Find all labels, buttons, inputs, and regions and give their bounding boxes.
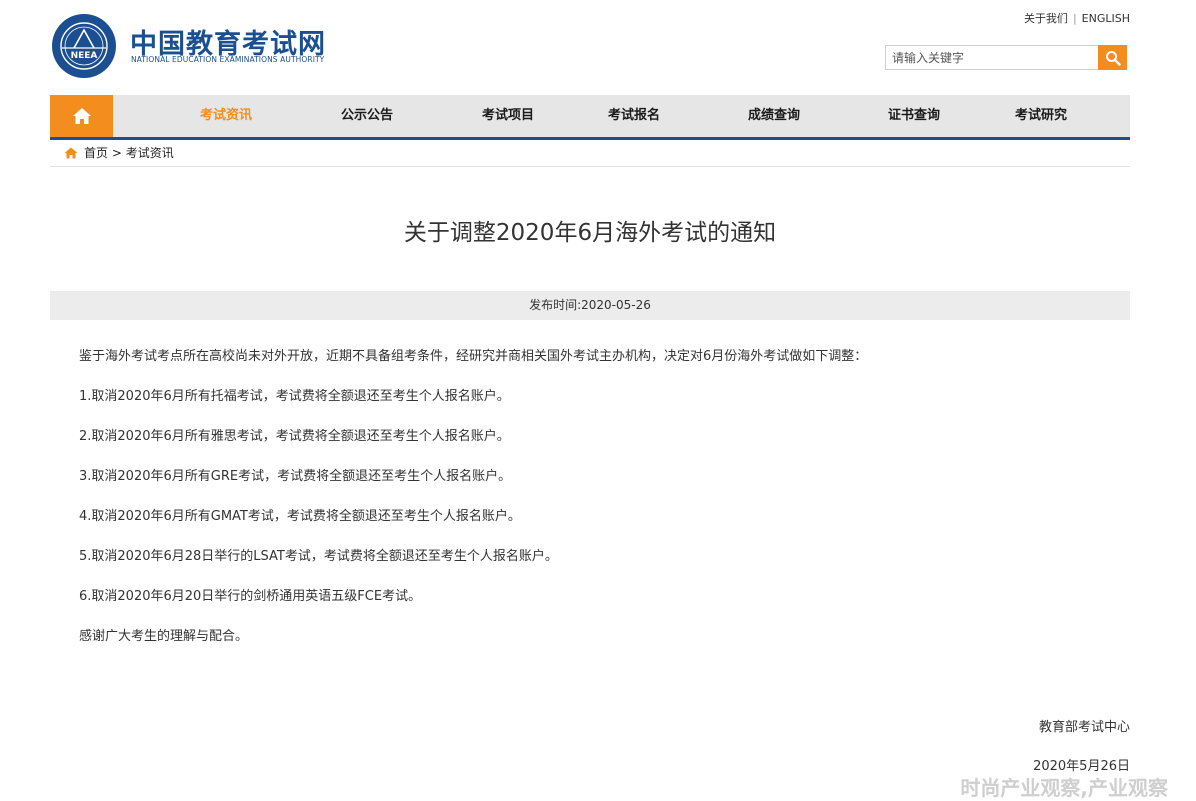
home-icon (72, 108, 91, 124)
article-paragraph: 5.取消2020年6月28日举行的LSAT考试，考试费将全额退还至考生个人报名账… (79, 549, 558, 564)
published-date: 2020-05-26 (581, 298, 651, 312)
search-button[interactable] (1098, 45, 1127, 70)
article-paragraph: 6.取消2020年6月20日举行的剑桥通用英语五级FCE考试。 (79, 589, 422, 604)
article-body: 鉴于海外考试考点所在高校尚未对外开放，近期不具备组考条件，经研究并商相关国外考试… (79, 347, 1119, 667)
breadcrumb-separator: > (111, 146, 122, 160)
nav-home-button[interactable] (50, 95, 113, 137)
neea-logo-icon[interactable]: NEEA (50, 12, 118, 80)
published-label: 发布时间: (529, 298, 582, 312)
nav-item-announcements[interactable]: 公示公告 (341, 95, 393, 137)
signature-org: 教育部考试中心 (1038, 720, 1130, 735)
breadcrumb-home-link[interactable]: 首页 (84, 140, 108, 166)
magnifier-icon (1105, 50, 1121, 66)
top-links-separator: | (1072, 12, 1077, 25)
article-paragraph: 4.取消2020年6月所有GMAT考试，考试费将全额退还至考生个人报名账户。 (79, 509, 521, 524)
english-link[interactable]: ENGLISH (1082, 12, 1130, 25)
watermark-text: 时尚产业观察,产业观察 (960, 776, 1168, 800)
nav-item-registration[interactable]: 考试报名 (608, 95, 660, 137)
article-title: 关于调整2020年6月海外考试的通知 (403, 220, 777, 246)
search-box (885, 45, 1130, 70)
article-paragraph: 2.取消2020年6月所有雅思考试，考试费将全额退还至考生个人报名账户。 (79, 429, 510, 444)
main-nav: 考试资讯 公示公告 考试项目 考试报名 成绩查询 证书查询 考试研究 (50, 95, 1130, 140)
article-paragraph: 感谢广大考生的理解与配合。 (79, 629, 249, 644)
article-paragraph: 1.取消2020年6月所有托福考试，考试费将全额退还至考生个人报名账户。 (79, 389, 510, 404)
nav-item-exam-projects[interactable]: 考试项目 (482, 95, 534, 137)
breadcrumb-home-icon (64, 147, 78, 159)
top-links: 关于我们 | ENGLISH (1024, 10, 1130, 26)
logo-text: NEEA (71, 51, 98, 61)
nav-item-score-query[interactable]: 成绩查询 (748, 95, 800, 137)
site-name-en: NATIONAL EDUCATION EXAMINATIONS AUTHORIT… (131, 55, 325, 64)
nav-item-certificate-query[interactable]: 证书查询 (888, 95, 940, 137)
article-paragraph: 鉴于海外考试考点所在高校尚未对外开放，近期不具备组考条件，经研究并商相关国外考试… (79, 349, 868, 364)
breadcrumb-current[interactable]: 考试资讯 (126, 140, 174, 166)
search-input[interactable] (885, 45, 1098, 70)
article-dateline: 发布时间:2020-05-26 (50, 291, 1130, 320)
article-paragraph: 3.取消2020年6月所有GRE考试，考试费将全额退还至考生个人报名账户。 (79, 469, 512, 484)
nav-item-exam-research[interactable]: 考试研究 (1015, 95, 1067, 137)
about-us-link[interactable]: 关于我们 (1024, 10, 1068, 26)
nav-item-exam-news[interactable]: 考试资讯 (200, 95, 252, 137)
breadcrumb: 首页 > 考试资讯 (50, 140, 1130, 167)
